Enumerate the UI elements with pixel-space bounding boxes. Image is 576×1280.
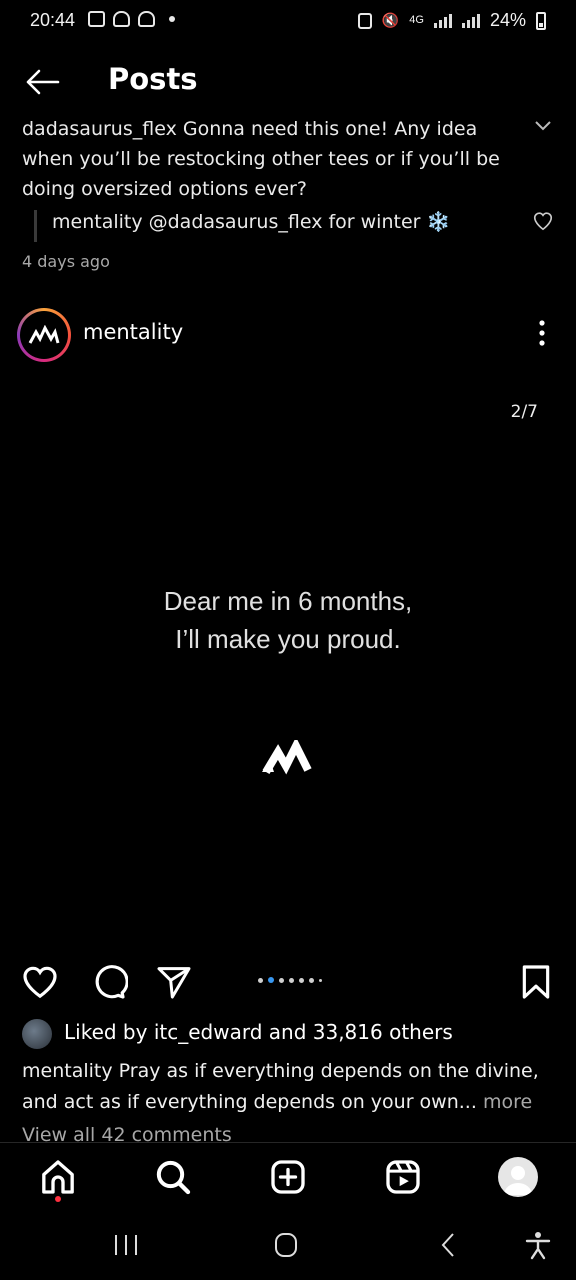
profile-avatar[interactable] [498,1157,538,1197]
comment-username[interactable]: dadasaurus_flex [22,118,177,140]
back-arrow-icon[interactable] [22,62,62,102]
send-icon[interactable] [154,962,194,1002]
likes-user[interactable]: itc_edward [154,1020,263,1044]
comment-text: dadasaurus_flex Gonna need this one! Any… [22,114,512,204]
more-options-icon[interactable] [532,318,552,348]
search-icon[interactable] [153,1157,193,1197]
mute-icon: 🔇 [381,12,400,28]
reply-text: mentality @dadasaurus_flex for winter ❄️ [52,211,451,233]
bookmark-icon[interactable] [516,962,556,1002]
reels-icon[interactable] [383,1157,423,1197]
likes-count[interactable]: 33,816 others [313,1020,453,1044]
carousel-dot [319,978,322,982]
media-line-1: Dear me in 6 months, [163,586,413,616]
accessibility-icon[interactable] [518,1230,558,1260]
battery-icon [536,11,546,30]
likes-middle: and [262,1020,313,1044]
status-time: 20:44 [30,10,76,30]
network-type: 4G [409,14,424,26]
page-title: Posts [108,62,198,96]
battery-percent: 24% [489,10,526,30]
status-system-icons: 🔇 4G 24% [357,10,546,31]
more-notifications-dot-icon [169,16,175,22]
bottom-nav [0,1142,576,1210]
lock-icon [357,12,372,29]
carousel-indicator [258,977,322,983]
cloud-notification-icon-2 [138,11,155,27]
home-notification-dot [55,1196,61,1202]
mentality-logo-icon [20,311,68,359]
carousel-dot [279,977,284,983]
status-bar: 20:44 🔇 4G 24% [0,0,576,44]
signal-icon [433,13,452,28]
status-notification-icons [88,11,175,27]
back-button-icon[interactable] [428,1230,468,1260]
signal-icon-2 [461,13,480,28]
media-line-2: I’ll make you proud. [175,624,401,654]
comment-icon[interactable] [88,962,129,1002]
recent-apps-icon[interactable] [106,1230,146,1260]
caption-username[interactable]: mentality [22,1060,113,1082]
carousel-dot-active [268,977,274,983]
likes-summary[interactable]: Liked by itc_edward and 33,816 others [64,1020,453,1044]
liker-avatar[interactable] [22,1019,52,1049]
slide-counter: 2/7 [510,402,538,422]
carousel-dot [299,977,304,983]
post-username[interactable]: mentality [83,320,183,344]
likes-prefix: Liked by [64,1020,154,1044]
comment-timestamp: 4 days ago [22,252,110,271]
carousel-dot [309,977,314,983]
like-heart-icon[interactable] [20,962,60,1002]
mentality-logo-icon [258,737,318,780]
carousel-dot [258,977,263,983]
gallery-notification-icon [88,11,105,27]
caption-more-link[interactable]: more [483,1091,532,1113]
post-caption: mentality Pray as if everything depends … [22,1056,557,1118]
home-icon[interactable] [38,1157,78,1197]
view-all-comments-link[interactable]: View all 42 comments [22,1124,232,1142]
home-button-icon[interactable] [266,1230,306,1260]
post-avatar[interactable] [17,308,71,362]
add-post-icon[interactable] [268,1157,308,1197]
post-media-text: Dear me in 6 months, I’ll make you proud… [0,582,576,658]
cloud-notification-icon [113,11,130,27]
heart-icon[interactable] [532,210,554,232]
chevron-down-icon[interactable] [532,114,554,136]
system-navigation-bar [0,1210,576,1280]
reply-divider [34,210,37,242]
carousel-dot [289,977,294,983]
